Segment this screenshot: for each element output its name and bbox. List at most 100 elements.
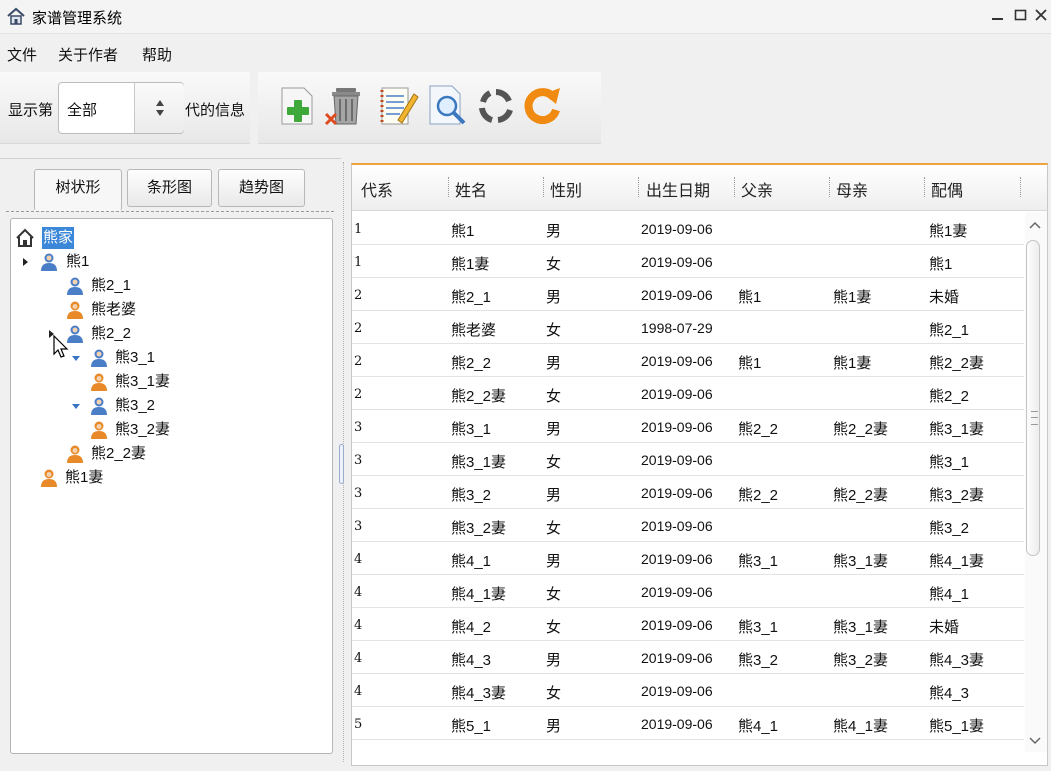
table-row[interactable]: 3 熊3_1妻 女 2019-09-06 熊3_1	[352, 443, 1024, 476]
reload-icon[interactable]	[520, 84, 564, 128]
table-row[interactable]: 1 熊1妻 女 2019-09-06 熊1	[352, 245, 1024, 278]
tree-node-xiong3-2[interactable]: 熊3_2	[71, 395, 201, 417]
cell-spouse: 熊2_2妻	[929, 355, 985, 372]
column-divider[interactable]	[448, 177, 449, 197]
tab-trend-chart[interactable]: 趋势图	[218, 169, 305, 207]
cell-father: 熊2_2	[738, 421, 779, 438]
column-divider[interactable]	[543, 177, 544, 197]
table-row[interactable]: 2 熊2_2妻 女 2019-09-06 熊2_2	[352, 377, 1024, 410]
col-header-name[interactable]: 姓名	[455, 177, 487, 201]
cell-gender: 女	[546, 685, 562, 702]
tree-node-xiong3-1-wife[interactable]: 熊3_1妻	[89, 371, 219, 393]
table-row[interactable]: 5 熊5_1 男 2019-09-06 熊4_1 熊4_1妻 熊5_1妻	[352, 707, 1024, 740]
tab-tree[interactable]: 树状形	[34, 169, 122, 211]
col-header-gender[interactable]: 性别	[550, 177, 582, 201]
cell-spouse: 熊3_1妻	[929, 421, 985, 438]
cell-name: 熊3_1妻	[451, 454, 507, 471]
cell-spouse: 熊4_1妻	[929, 553, 985, 570]
collapse-triangle-icon[interactable]	[71, 401, 81, 411]
collapse-triangle-icon[interactable]	[71, 353, 81, 363]
edit-icon[interactable]	[376, 84, 420, 128]
cell-gender: 女	[546, 586, 562, 603]
table-row[interactable]: 4 熊4_3妻 女 2019-09-06 熊4_3	[352, 674, 1024, 707]
scroll-down-icon[interactable]	[1028, 736, 1042, 746]
generation-select-arrows[interactable]	[134, 83, 184, 133]
table-row[interactable]: 4 熊4_1妻 女 2019-09-06 熊4_1	[352, 575, 1024, 608]
cell-gender: 男	[546, 289, 562, 306]
close-icon[interactable]	[1032, 6, 1050, 24]
scrollbar-thumb[interactable]	[1026, 240, 1040, 556]
table-row[interactable]: 2 熊2_2 男 2019-09-06 熊1 熊1妻 熊2_2妻	[352, 344, 1024, 377]
members-table: 代系 姓名 性别 出生日期 父亲 母亲 配偶 1 熊1 男 2019-09-06 熊1妻…	[351, 163, 1048, 766]
tree-node-root[interactable]: 熊家	[15, 227, 115, 249]
column-divider[interactable]	[924, 177, 925, 197]
table-row[interactable]: 3 熊3_2妻 女 2019-09-06 熊3_2	[352, 509, 1024, 542]
table-row[interactable]: 1 熊1 男 2019-09-06 熊1妻	[352, 212, 1024, 245]
cell-birthdate: 2019-09-06	[641, 419, 713, 435]
add-icon[interactable]	[276, 84, 320, 128]
refresh-icon[interactable]	[474, 84, 518, 128]
cell-birthdate: 2019-09-06	[641, 287, 713, 303]
table-row[interactable]: 2 熊2_1 男 2019-09-06 熊1 熊1妻 未婚	[352, 278, 1024, 311]
title-bar: 家谱管理系统	[0, 0, 1051, 34]
app-house-icon	[7, 7, 25, 25]
tree-node-xiong2-2-wife[interactable]: 熊2_2妻	[65, 443, 195, 465]
tab-bar-chart[interactable]: 条形图	[127, 169, 212, 207]
tree-node-xiong1-wife[interactable]: 熊1妻	[39, 467, 159, 489]
column-divider[interactable]	[734, 177, 735, 197]
col-header-spouse[interactable]: 配偶	[931, 177, 963, 201]
generation-select[interactable]: 全部	[58, 82, 184, 134]
male-person-icon	[41, 253, 57, 271]
minimize-icon[interactable]	[989, 6, 1007, 24]
cell-spouse: 熊2_2	[929, 388, 970, 405]
family-tree[interactable]: 熊家 熊1 熊2_1 熊老婆 熊2_2 熊3_1 熊3_1妻 熊3_2 熊3_2…	[10, 218, 333, 754]
column-divider[interactable]	[1020, 177, 1021, 197]
home-icon	[16, 228, 34, 247]
cell-mother: 熊3_1妻	[833, 553, 889, 570]
menu-help[interactable]: 帮助	[142, 44, 172, 65]
cell-name: 熊4_3	[451, 652, 492, 669]
column-divider[interactable]	[638, 177, 639, 197]
cell-birthdate: 2019-09-06	[641, 716, 713, 732]
scrollbar-grip	[1031, 411, 1038, 425]
tree-node-xiong2-1[interactable]: 熊2_1	[65, 275, 185, 297]
search-icon[interactable]	[426, 84, 470, 128]
tree-node-label: 熊1妻	[65, 469, 104, 486]
tree-node-xiong3-2-wife[interactable]: 熊3_2妻	[89, 419, 219, 441]
col-header-generation[interactable]: 代系	[361, 177, 393, 201]
male-person-icon	[91, 349, 107, 367]
table-row[interactable]: 4 熊4_2 女 2019-09-06 熊3_1 熊3_1妻 未婚	[352, 608, 1024, 641]
splitter-handle[interactable]	[339, 444, 344, 484]
table-row[interactable]: 4 熊4_3 男 2019-09-06 熊3_2 熊3_2妻 熊4_3妻	[352, 641, 1024, 674]
table-row[interactable]: 2 熊老婆 女 1998-07-29 熊2_1	[352, 311, 1024, 344]
col-header-mother[interactable]: 母亲	[836, 177, 868, 201]
cell-spouse: 熊4_3妻	[929, 652, 985, 669]
cell-gender: 男	[546, 553, 562, 570]
cell-spouse: 未婚	[929, 619, 960, 636]
cell-spouse: 熊4_1	[929, 586, 970, 603]
maximize-icon[interactable]	[1012, 6, 1030, 24]
table-row[interactable]: 4 熊4_1 男 2019-09-06 熊3_1 熊3_1妻 熊4_1妻	[352, 542, 1024, 575]
cell-generation: 3	[354, 420, 363, 435]
scroll-up-icon[interactable]	[1028, 220, 1042, 230]
cell-spouse: 熊3_2	[929, 520, 970, 537]
tree-node-xiong3-1[interactable]: 熊3_1	[71, 347, 201, 369]
show-suffix-label: 代的信息	[185, 102, 246, 119]
column-divider[interactable]	[829, 177, 830, 197]
cell-generation: 2	[354, 288, 363, 303]
delete-icon[interactable]	[324, 84, 368, 128]
table-row[interactable]: 3 熊3_1 男 2019-09-06 熊2_2 熊2_2妻 熊3_1妻	[352, 410, 1024, 443]
table-row[interactable]: 3 熊3_2 男 2019-09-06 熊2_2 熊2_2妻 熊3_2妻	[352, 476, 1024, 509]
col-header-father[interactable]: 父亲	[741, 177, 773, 201]
menu-file[interactable]: 文件	[7, 44, 37, 65]
cell-generation: 2	[354, 354, 363, 369]
col-header-birthdate[interactable]: 出生日期	[646, 177, 710, 201]
tree-node-xiong1[interactable]: 熊1	[21, 251, 141, 273]
cell-birthdate: 2019-09-06	[641, 452, 713, 468]
table-scrollbar[interactable]	[1025, 212, 1047, 752]
tree-node-xiong-laopo[interactable]: 熊老婆	[65, 299, 185, 321]
cell-gender: 女	[546, 454, 562, 471]
expand-triangle-icon[interactable]	[21, 257, 31, 267]
tab-divider	[6, 211, 334, 212]
menu-about-author[interactable]: 关于作者	[58, 44, 118, 65]
